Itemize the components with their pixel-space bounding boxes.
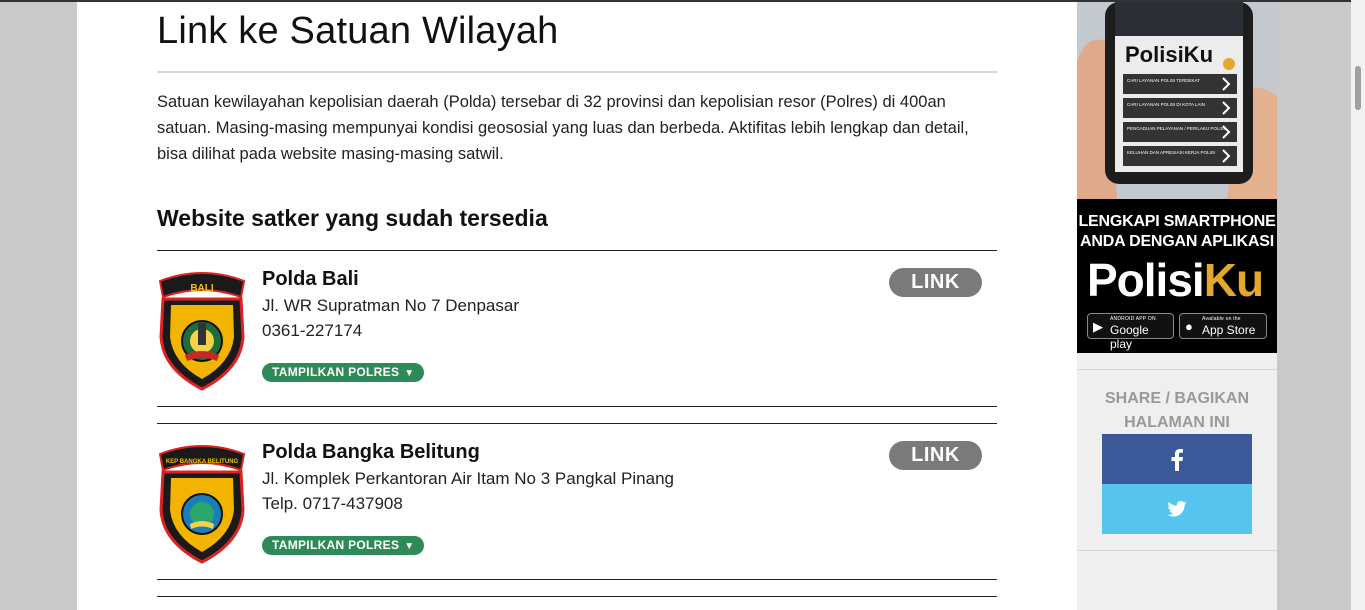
brand-part: Polisi xyxy=(1087,254,1205,306)
badge-big-text: App Store xyxy=(1202,323,1256,337)
polres-label: TAMPILKAN POLRES xyxy=(272,365,400,379)
polres-label: TAMPILKAN POLRES xyxy=(272,538,400,552)
share-title-line: SHARE / BAGIKAN xyxy=(1104,390,1249,407)
polda-address: Jl. WR Supratman No 7 Denpasar xyxy=(262,296,519,315)
satker-entry: KEP BANGKA BELITUNG Polda Bangka Belitun… xyxy=(157,423,997,580)
title-divider xyxy=(157,71,997,73)
brand-part: Ku xyxy=(1203,254,1264,306)
sidebar-divider xyxy=(1077,550,1277,551)
phone-menu-item: CARI LAYANAN POLISI TERDEKAT xyxy=(1127,78,1200,83)
badge-small-text: Available on the xyxy=(1202,316,1241,322)
intro-line: satuan. Masing-masing mempunyai kondisi … xyxy=(157,119,969,137)
link-button[interactable]: LINK xyxy=(889,441,982,470)
page-title: Link ke Satuan Wilayah xyxy=(157,10,559,52)
satker-entry-partial xyxy=(157,596,997,610)
tampilkan-polres-button[interactable]: TAMPILKAN POLRES ▼ xyxy=(262,536,425,555)
caret-down-icon: ▼ xyxy=(404,368,415,379)
badge-small-text: ANDROID APP ON xyxy=(1110,316,1156,322)
ad-tagline: LENGKAPI SMARTPHONE ANDA DENGAN APLIKASI xyxy=(1077,212,1277,252)
phone-menu-item: PENGADUAN PELAYANAN / PERILAKU POLISI xyxy=(1127,126,1225,131)
caret-down-icon: ▼ xyxy=(404,541,415,552)
phone-brand-text: PolisiKu xyxy=(1125,42,1213,67)
google-play-icon: ▶ xyxy=(1093,319,1103,334)
google-play-badge[interactable]: ▶ ANDROID APP ON Google play xyxy=(1087,313,1174,351)
polda-bali-emblem: BALI xyxy=(158,272,246,391)
page-scrollbar[interactable] xyxy=(1351,0,1365,610)
intro-line: Satuan kewilayahan kepolisian daerah (Po… xyxy=(157,93,946,111)
scrollbar-thumb[interactable] xyxy=(1355,66,1361,110)
badge-big-text: Google play xyxy=(1110,323,1149,351)
polda-phone: Telp. 0717-437908 xyxy=(262,494,403,513)
polda-name: Polda Bali xyxy=(262,268,359,290)
polisiku-ad-phone-image[interactable]: PolisiKu CARI LAYANAN POLISI TERDEKAT CA… xyxy=(1077,2,1277,199)
ad-brand-logo: PolisiKu xyxy=(1087,253,1264,307)
phone-illustration: PolisiKu CARI LAYANAN POLISI TERDEKAT CA… xyxy=(1077,2,1277,199)
share-title: SHARE / BAGIKAN HALAMAN INI xyxy=(1077,387,1277,435)
intro-paragraph: Satuan kewilayahan kepolisian daerah (Po… xyxy=(157,89,1007,167)
ad-tagline-line: LENGKAPI SMARTPHONE xyxy=(1078,213,1276,230)
polda-babel-emblem: KEP BANGKA BELITUNG xyxy=(158,445,246,564)
facebook-icon xyxy=(1171,449,1183,472)
sidebar-divider xyxy=(1077,369,1277,370)
twitter-icon xyxy=(1167,500,1187,517)
polda-phone: 0361-227174 xyxy=(262,321,363,340)
apple-icon: ● xyxy=(1185,319,1193,334)
section-heading: Website satker yang sudah tersedia xyxy=(157,205,548,231)
emblem-banner-text: BALI xyxy=(190,283,214,294)
share-title-line: HALAMAN INI xyxy=(1124,414,1230,431)
satker-entry: BALI Polda Bali Jl. WR Supratman No 7 De… xyxy=(157,250,997,407)
main-content: Link ke Satuan Wilayah Satuan kewilayaha… xyxy=(77,2,1077,610)
ad-tagline-line: ANDA DENGAN APLIKASI xyxy=(1080,233,1274,250)
share-twitter-button[interactable] xyxy=(1102,484,1252,534)
polda-address: Jl. Komplek Perkantoran Air Itam No 3 Pa… xyxy=(262,469,674,488)
share-facebook-button[interactable] xyxy=(1102,434,1252,484)
sidebar: PolisiKu CARI LAYANAN POLISI TERDEKAT CA… xyxy=(1077,2,1277,610)
polisiku-ad-banner[interactable]: LENGKAPI SMARTPHONE ANDA DENGAN APLIKASI… xyxy=(1077,199,1277,353)
emblem-banner-text: KEP BANGKA BELITUNG xyxy=(166,459,239,465)
phone-menu-item: CARI LAYANAN POLISI DI KOTA LAIN xyxy=(1127,102,1205,107)
phone-menu-item: KELUHAN DAN APRESIASI KERJA POLISI xyxy=(1127,150,1215,155)
polda-name: Polda Bangka Belitung xyxy=(262,441,480,463)
tampilkan-polres-button[interactable]: TAMPILKAN POLRES ▼ xyxy=(262,363,425,382)
app-store-badge[interactable]: ● Available on the App Store xyxy=(1179,313,1267,339)
link-button[interactable]: LINK xyxy=(889,268,982,297)
intro-line: bisa dilihat pada website masing-masing … xyxy=(157,145,504,163)
